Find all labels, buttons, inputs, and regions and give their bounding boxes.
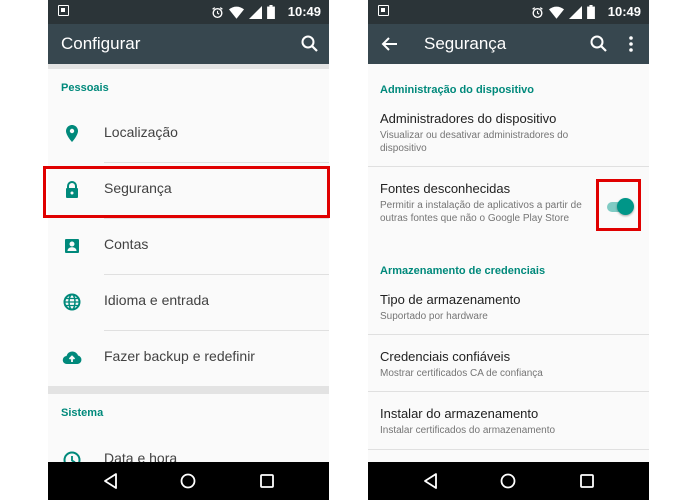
account-icon <box>65 239 79 253</box>
battery-icon <box>267 5 275 19</box>
page-title: Segurança <box>424 34 507 53</box>
section-header-credential-storage: Armazenamento de credenciais <box>380 265 546 277</box>
highlight-security-box <box>43 166 330 218</box>
setting-trusted-credentials[interactable]: Credenciais confiáveis Mostrar certifica… <box>368 349 649 397</box>
setting-subtitle: Suportado por hardware <box>380 311 488 322</box>
recents-icon[interactable] <box>257 471 277 491</box>
page-title: Configurar <box>61 34 141 53</box>
setting-subtitle: Permitir a instalação de aplicativos a p… <box>380 200 582 224</box>
overflow-menu-icon[interactable] <box>619 32 643 56</box>
back-icon[interactable] <box>421 471 441 491</box>
menu-item-language[interactable]: Idioma e entrada <box>48 274 329 330</box>
nav-bar <box>368 462 649 500</box>
section-header-personal: Pessoais <box>61 82 109 94</box>
location-icon <box>66 125 78 142</box>
section-header-system: Sistema <box>61 407 104 419</box>
backup-icon <box>62 351 82 365</box>
notification-icon <box>378 5 389 16</box>
globe-icon <box>63 293 81 311</box>
setting-title: Instalar do armazenamento <box>380 406 539 421</box>
notification-icon <box>58 5 69 16</box>
menu-item-accounts[interactable]: Contas <box>48 218 329 274</box>
setting-storage-type[interactable]: Tipo de armazenamento Suportado por hard… <box>368 292 649 340</box>
setting-subtitle: Mostrar certificados CA de confiança <box>380 368 543 379</box>
nav-bar <box>48 462 329 500</box>
back-arrow-icon[interactable] <box>378 32 402 56</box>
menu-item-label: Localização <box>104 124 178 140</box>
highlight-toggle-box <box>596 179 641 231</box>
signal-icon <box>249 5 262 19</box>
search-icon[interactable] <box>587 32 611 56</box>
recents-icon[interactable] <box>577 471 597 491</box>
app-bar: Segurança <box>368 24 649 64</box>
section-header-device-admin: Administração do dispositivo <box>380 84 535 96</box>
setting-title: Credenciais confiáveis <box>380 349 511 364</box>
status-bar: 10:49 <box>368 0 649 24</box>
home-icon[interactable] <box>178 471 198 491</box>
menu-item-label: Fazer backup e redefinir <box>104 348 255 364</box>
app-bar: Configurar <box>48 24 329 64</box>
setting-title: Administradores do dispositivo <box>380 111 557 126</box>
wifi-icon <box>229 6 244 19</box>
search-icon[interactable] <box>298 32 322 56</box>
settings-screen: 10:49 Configurar Pessoais Localização Se… <box>48 0 329 500</box>
status-time: 10:49 <box>287 4 321 19</box>
alarm-icon <box>532 6 543 18</box>
menu-item-label: Contas <box>104 236 149 252</box>
back-icon[interactable] <box>101 471 121 491</box>
security-screen: 10:49 Segurança Administração do disposi… <box>368 0 649 500</box>
menu-item-label: Idioma e entrada <box>104 292 210 308</box>
setting-title: Tipo de armazenamento <box>380 292 521 307</box>
battery-icon <box>587 5 595 19</box>
alarm-icon <box>212 6 223 18</box>
signal-icon <box>569 5 582 19</box>
setting-device-admins[interactable]: Administradores do dispositivo Visualiza… <box>368 111 649 167</box>
menu-item-location[interactable]: Localização <box>48 106 329 162</box>
setting-install-from-storage[interactable]: Instalar do armazenamento Instalar certi… <box>368 406 649 454</box>
status-time: 10:49 <box>607 4 641 19</box>
menu-item-backup[interactable]: Fazer backup e redefinir <box>48 330 329 386</box>
status-bar: 10:49 <box>48 0 329 24</box>
home-icon[interactable] <box>498 471 518 491</box>
wifi-icon <box>549 6 564 19</box>
setting-subtitle: Visualizar ou desativar administradores … <box>380 130 569 154</box>
setting-subtitle: Instalar certificados do armazenamento <box>380 425 556 436</box>
setting-title: Fontes desconhecidas <box>380 181 511 196</box>
